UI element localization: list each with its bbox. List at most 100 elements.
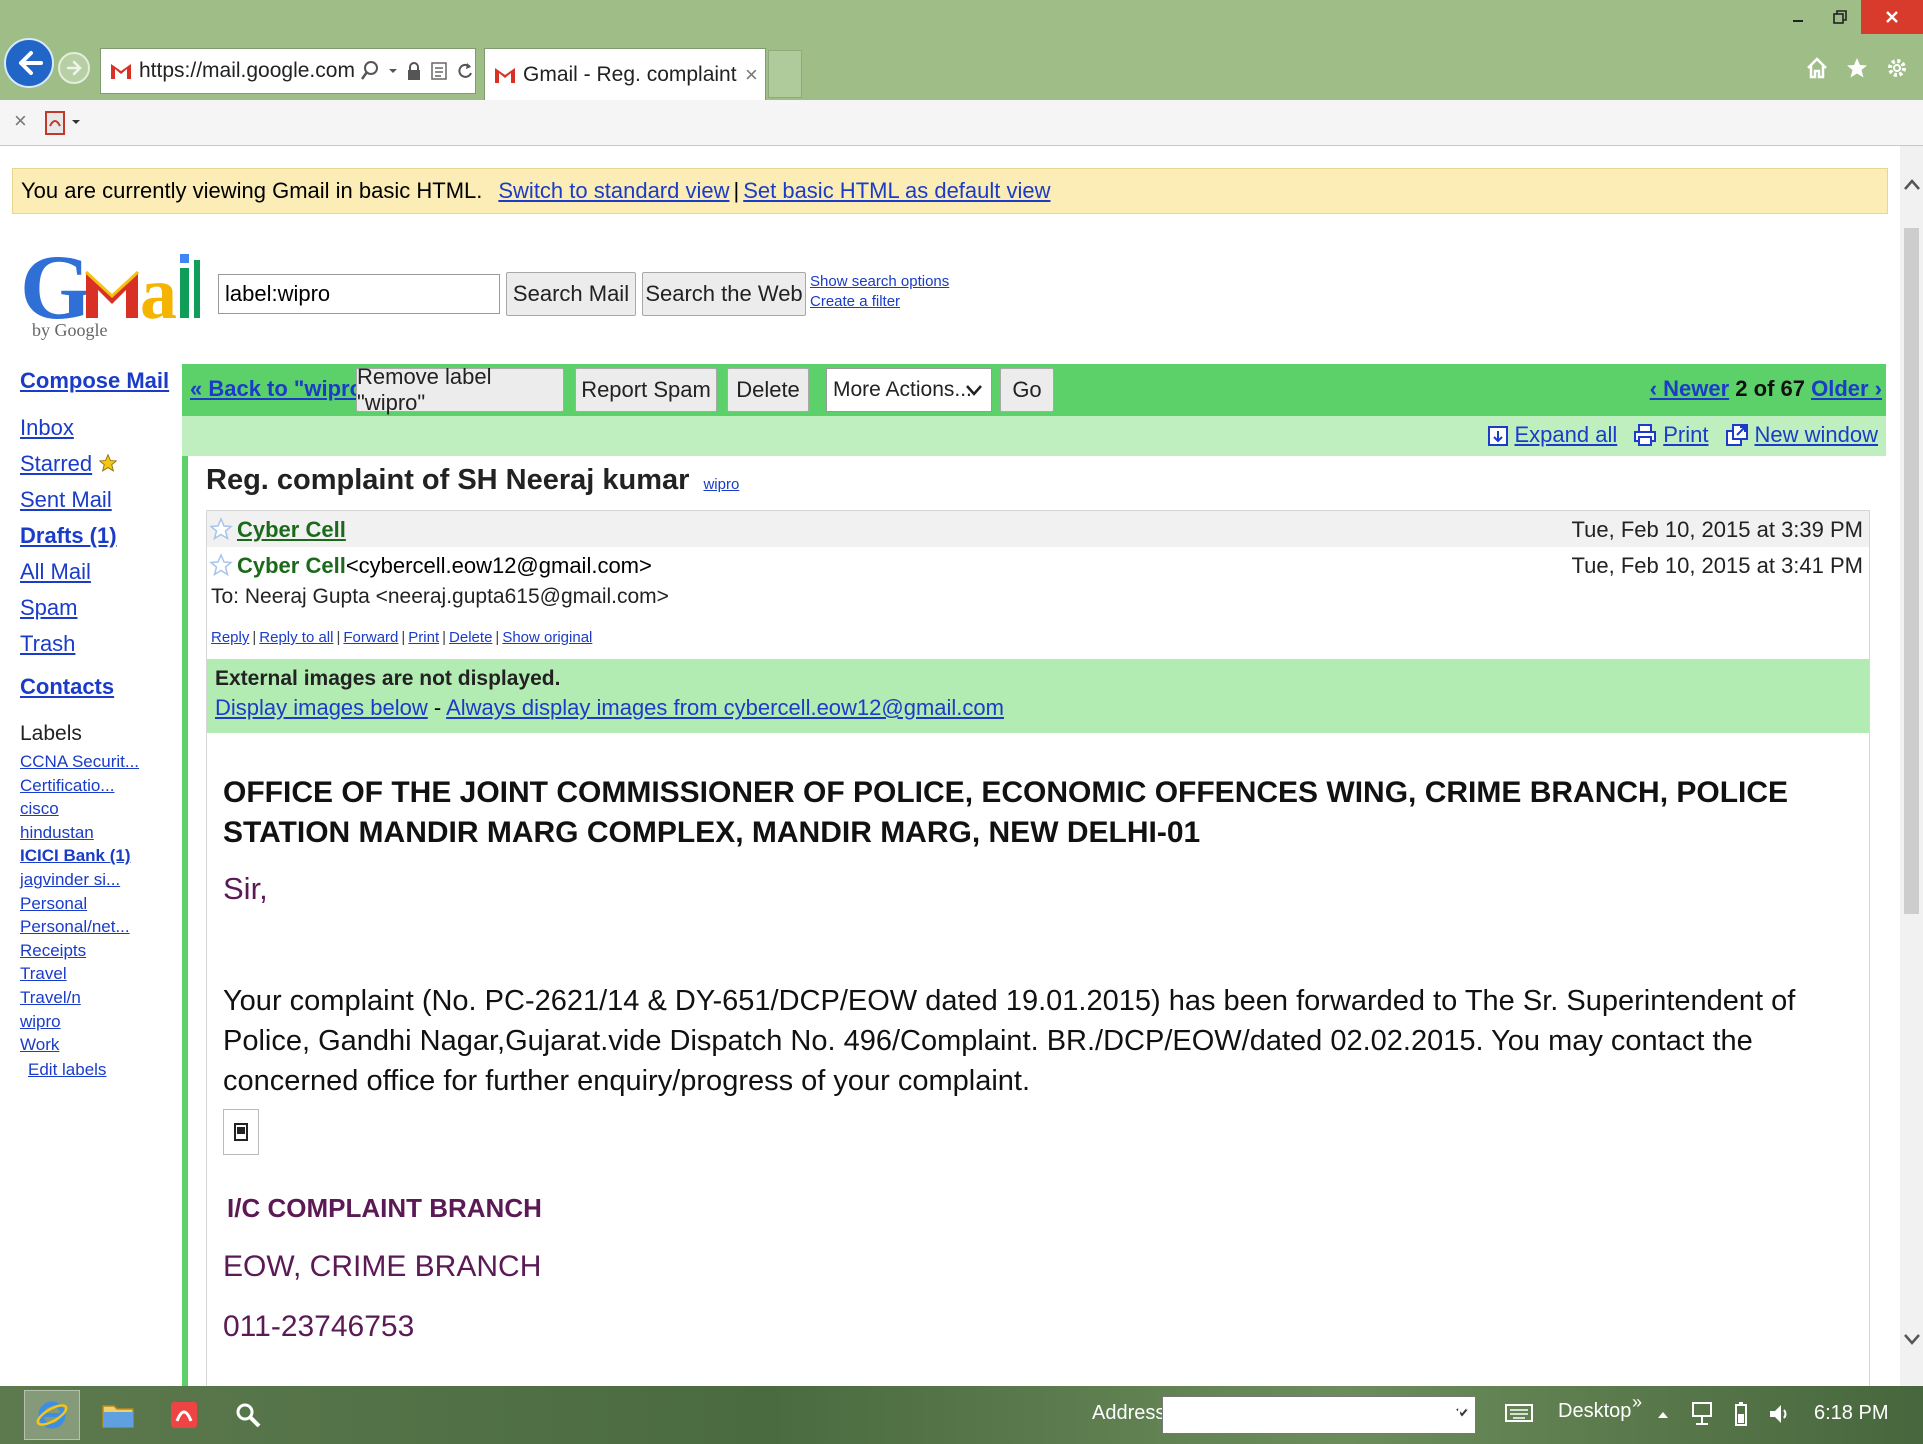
windows-taskbar: Address Desktop » 6:18 PM bbox=[0, 1386, 1923, 1444]
search-the-web-button[interactable]: Search the Web bbox=[642, 272, 806, 316]
display-images-link[interactable]: Display images below bbox=[215, 695, 428, 720]
internet-explorer-icon[interactable] bbox=[24, 1390, 80, 1440]
sidebar-item-inbox[interactable]: Inbox bbox=[20, 410, 180, 446]
newer-link[interactable]: ‹ Newer bbox=[1650, 376, 1729, 401]
remove-label-button[interactable]: Remove label "wipro" bbox=[356, 364, 564, 415]
refresh-icon[interactable] bbox=[456, 61, 474, 81]
address-url[interactable]: https://mail.google.com/mai bbox=[139, 59, 354, 83]
new-tab-button[interactable] bbox=[768, 50, 802, 98]
search-input[interactable] bbox=[218, 274, 500, 314]
toolbar-overflow-icon[interactable]: » bbox=[1632, 1392, 1642, 1413]
contacts-link[interactable]: Contacts bbox=[20, 674, 180, 700]
always-display-images-link[interactable]: Always display images from cybercell.eow… bbox=[446, 695, 1004, 720]
scroll-up-icon[interactable] bbox=[1903, 178, 1921, 192]
message-panel: Cyber Cell Tue, Feb 10, 2015 at 3:39 PM … bbox=[206, 510, 1870, 1386]
scrollbar-thumb[interactable] bbox=[1904, 228, 1919, 914]
label-link[interactable]: cisco bbox=[20, 797, 180, 821]
vertical-scrollbar[interactable] bbox=[1900, 146, 1923, 1386]
collapsed-message-sender[interactable]: Cyber Cell bbox=[237, 517, 346, 543]
favorites-star-icon[interactable] bbox=[1845, 56, 1869, 80]
label-link[interactable]: jagvinder si... bbox=[20, 868, 180, 892]
minimize-icon[interactable] bbox=[1777, 0, 1819, 34]
dropdown-icon[interactable] bbox=[388, 66, 398, 76]
taskbar-refresh-icon[interactable] bbox=[1454, 1398, 1476, 1428]
reply-to-all-link[interactable]: Reply to all bbox=[259, 629, 333, 646]
close-window-icon[interactable] bbox=[1861, 0, 1923, 34]
subject-label-link[interactable]: wipro bbox=[703, 476, 739, 493]
label-link[interactable]: Personal/net... bbox=[20, 915, 180, 939]
back-to-label-link[interactable]: « Back to "wipro" bbox=[190, 376, 373, 402]
show-search-options-link[interactable]: Show search options bbox=[810, 273, 949, 290]
label-link[interactable]: hindustan bbox=[20, 821, 180, 845]
switch-to-standard-link[interactable]: Switch to standard view bbox=[498, 178, 729, 204]
sidebar-item-drafts[interactable]: Drafts (1) bbox=[20, 518, 180, 554]
sidebar-item-trash[interactable]: Trash bbox=[20, 626, 180, 662]
older-link[interactable]: Older › bbox=[1811, 376, 1882, 401]
more-actions-select[interactable]: More Actions... bbox=[826, 368, 992, 412]
star-outline-icon[interactable] bbox=[209, 553, 233, 577]
keyboard-icon[interactable] bbox=[1504, 1402, 1534, 1424]
close-tab-icon[interactable]: × bbox=[745, 62, 758, 88]
network-icon[interactable] bbox=[1690, 1400, 1714, 1428]
taskbar-address-input[interactable] bbox=[1162, 1396, 1476, 1434]
home-icon[interactable] bbox=[1805, 56, 1829, 80]
reply-link[interactable]: Reply bbox=[211, 629, 249, 646]
sender-name: Cyber Cell bbox=[237, 553, 346, 578]
restore-icon[interactable] bbox=[1819, 0, 1861, 34]
acrobat-icon[interactable] bbox=[156, 1390, 212, 1440]
edit-labels-link[interactable]: Edit labels bbox=[28, 1057, 180, 1083]
label-link[interactable]: Travel/n bbox=[20, 986, 180, 1010]
label-link[interactable]: Certificatio... bbox=[20, 774, 180, 798]
label-link[interactable]: wipro bbox=[20, 1010, 180, 1034]
file-explorer-icon[interactable] bbox=[90, 1390, 146, 1440]
delete-message-link[interactable]: Delete bbox=[449, 629, 492, 646]
svg-text:a: a bbox=[140, 253, 177, 335]
broken-image-placeholder[interactable] bbox=[223, 1109, 259, 1155]
greeting: Sir, bbox=[223, 871, 268, 906]
print-item[interactable]: Print bbox=[1633, 422, 1709, 448]
collapsed-message[interactable]: Cyber Cell Tue, Feb 10, 2015 at 3:39 PM bbox=[207, 511, 1869, 547]
address-bar[interactable]: https://mail.google.com/mai bbox=[100, 48, 476, 94]
print-link[interactable]: Print bbox=[1663, 422, 1708, 448]
search-icon[interactable] bbox=[360, 60, 380, 82]
label-link[interactable]: ICICI Bank (1) bbox=[20, 844, 180, 868]
expand-all-link[interactable]: Expand all bbox=[1515, 422, 1618, 448]
compatibility-view-icon[interactable] bbox=[430, 61, 448, 81]
magnifier-icon[interactable] bbox=[220, 1390, 276, 1440]
label-link[interactable]: CCNA Securit... bbox=[20, 750, 180, 774]
compose-mail-link[interactable]: Compose Mail bbox=[20, 368, 180, 394]
desktop-toolbar-label[interactable]: Desktop bbox=[1558, 1400, 1631, 1423]
close-bar-icon[interactable]: × bbox=[14, 108, 27, 134]
expand-all-item[interactable]: Expand all bbox=[1487, 422, 1618, 448]
browser-tab[interactable]: Gmail - Reg. complaint of S... × bbox=[484, 48, 766, 100]
volume-icon[interactable] bbox=[1768, 1400, 1790, 1428]
delete-button[interactable]: Delete bbox=[727, 368, 809, 412]
create-filter-link[interactable]: Create a filter bbox=[810, 293, 900, 310]
search-mail-button[interactable]: Search Mail bbox=[506, 272, 636, 316]
lock-icon[interactable] bbox=[406, 61, 422, 81]
show-original-link[interactable]: Show original bbox=[502, 629, 592, 646]
star-outline-icon[interactable] bbox=[209, 517, 233, 541]
set-default-view-link[interactable]: Set basic HTML as default view bbox=[743, 178, 1050, 204]
label-link[interactable]: Personal bbox=[20, 892, 180, 916]
forward-link[interactable]: Forward bbox=[343, 629, 398, 646]
settings-gear-icon[interactable] bbox=[1885, 56, 1909, 80]
scroll-down-icon[interactable] bbox=[1903, 1332, 1921, 1346]
tray-expand-icon[interactable] bbox=[1656, 1400, 1670, 1428]
battery-icon[interactable] bbox=[1734, 1400, 1748, 1428]
pdf-tool-icon[interactable] bbox=[44, 110, 84, 136]
back-icon[interactable] bbox=[4, 38, 54, 88]
sidebar-item-spam[interactable]: Spam bbox=[20, 590, 180, 626]
print-message-link[interactable]: Print bbox=[408, 629, 439, 646]
sidebar-item-all-mail[interactable]: All Mail bbox=[20, 554, 180, 590]
go-button[interactable]: Go bbox=[1000, 368, 1054, 412]
sidebar-item-sent-mail[interactable]: Sent Mail bbox=[20, 482, 180, 518]
label-link[interactable]: Work bbox=[20, 1033, 180, 1057]
label-link[interactable]: Travel bbox=[20, 962, 180, 986]
forward-icon[interactable] bbox=[58, 52, 90, 84]
sidebar-item-starred[interactable]: Starred bbox=[20, 451, 92, 476]
new-window-link[interactable]: New window bbox=[1755, 422, 1879, 448]
report-spam-button[interactable]: Report Spam bbox=[575, 368, 717, 412]
label-link[interactable]: Receipts bbox=[20, 939, 180, 963]
new-window-item[interactable]: New window bbox=[1725, 422, 1879, 448]
